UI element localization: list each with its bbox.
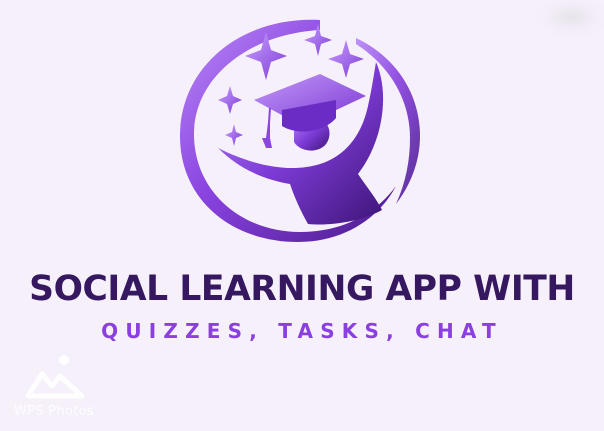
artwork-canvas: SOCIAL LEARNING APP WITH QUIZZES, TASKS,… [0,0,604,431]
sparkle-star-lower-left [225,124,243,146]
page-subtitle: QUIZZES, TASKS, CHAT [101,319,503,343]
corner-shadow [532,0,604,40]
sparkle-star-left [218,86,242,114]
wps-photos-logo-icon [25,355,85,399]
watermark: WPS Photos [14,352,104,424]
graduate-logo-icon [180,19,420,243]
page-title: SOCIAL LEARNING APP WITH [29,269,575,309]
watermark-text: WPS Photos [14,404,94,419]
